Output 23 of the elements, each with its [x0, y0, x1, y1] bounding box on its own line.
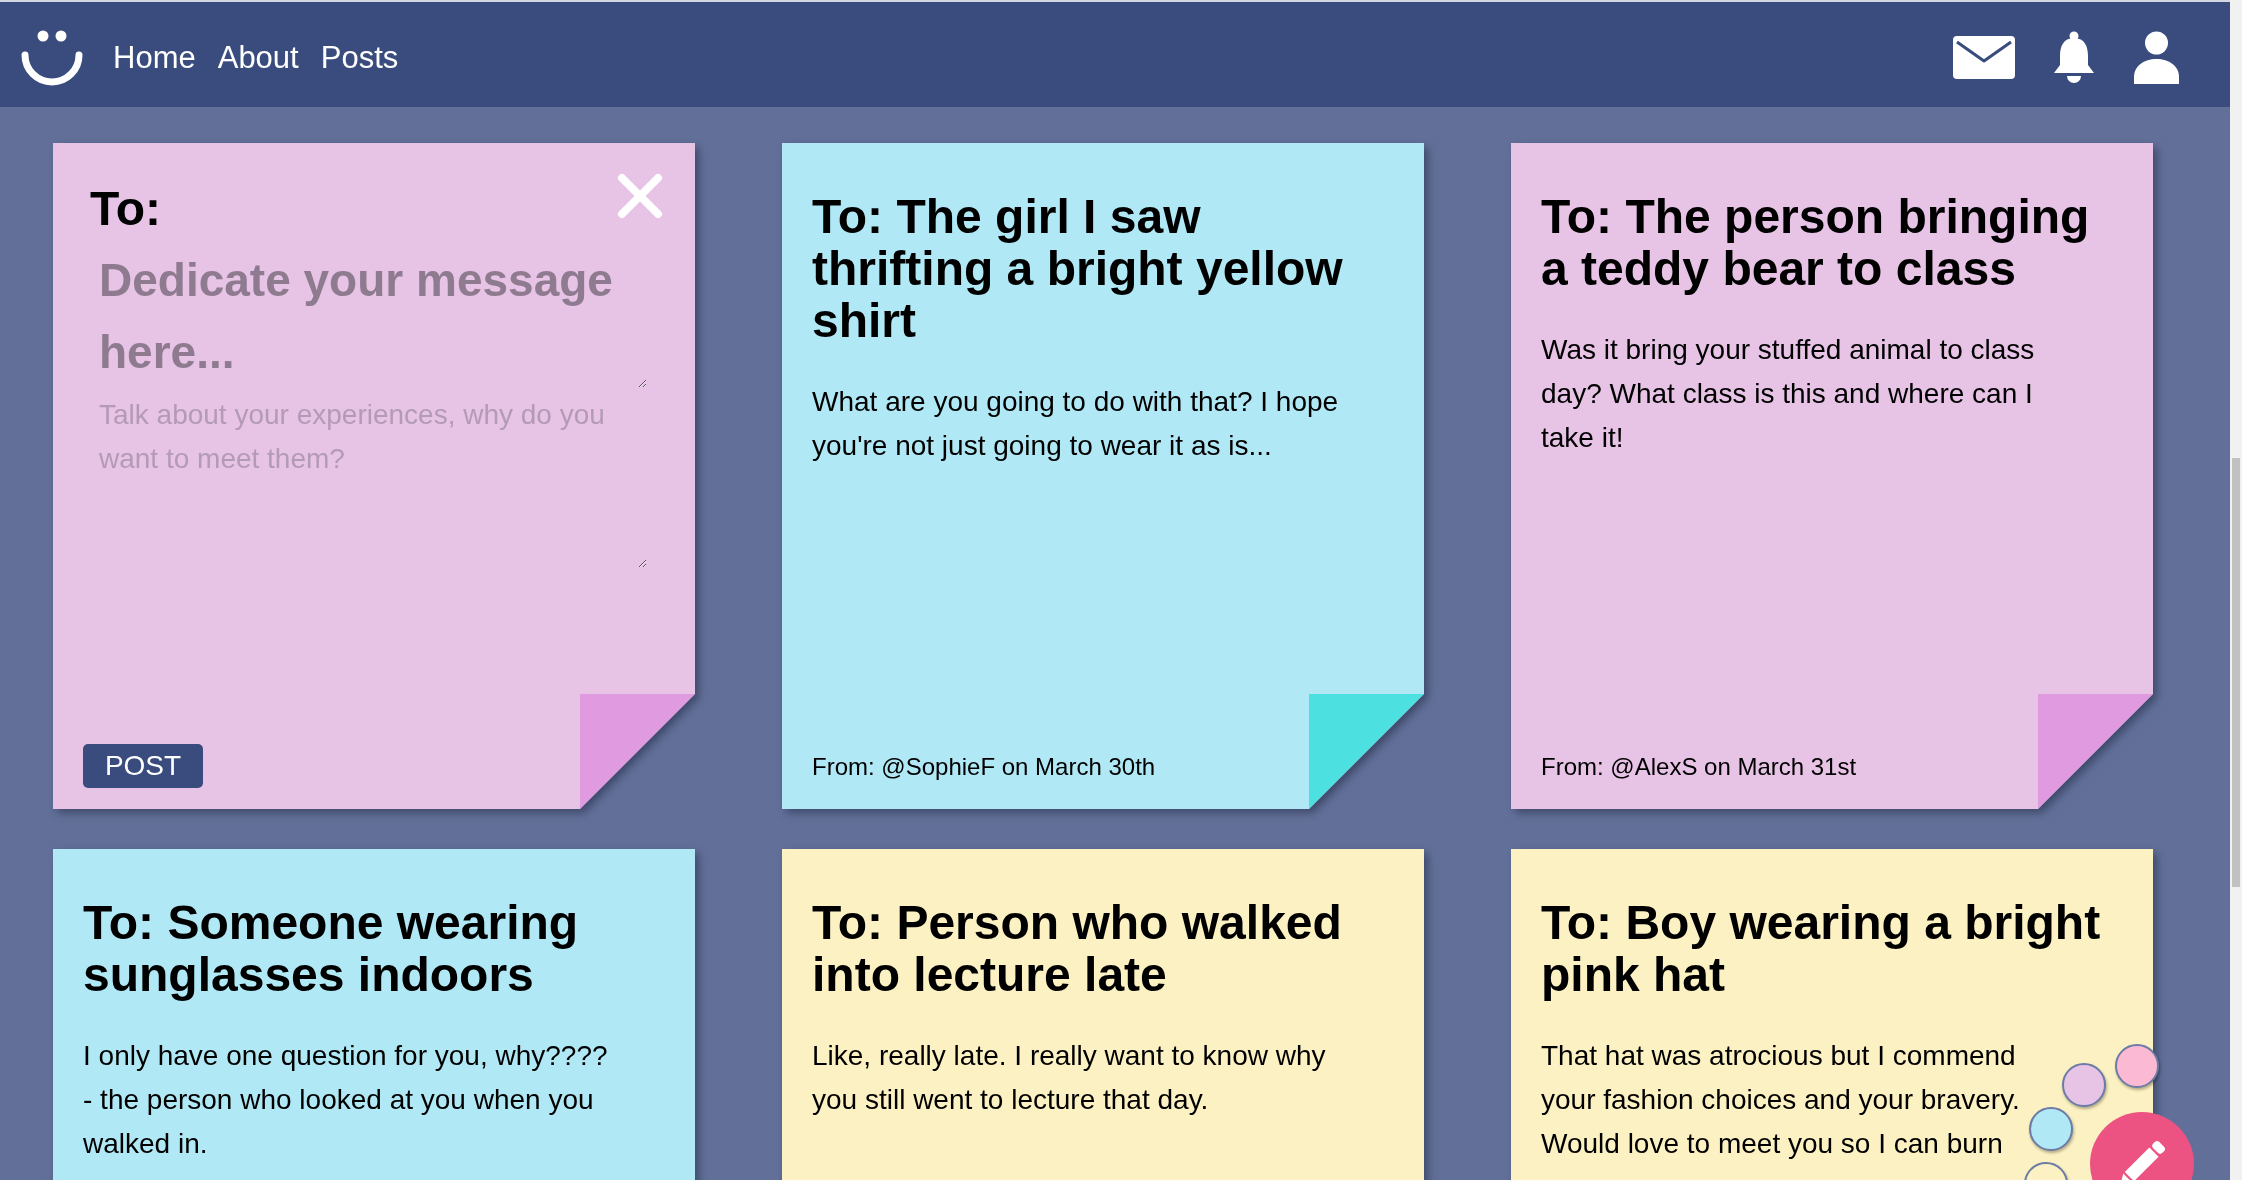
person-icon[interactable] — [2133, 31, 2180, 84]
note-title: To: The person bringing a teddy bear to class — [1541, 191, 2091, 295]
smiley-logo-icon[interactable] — [21, 28, 83, 87]
bell-icon[interactable] — [2051, 31, 2097, 84]
nav-link[interactable]: About — [217, 39, 299, 76]
note-title: To: The girl I saw thrifting a bright yellow shirt — [812, 191, 1344, 347]
note-title: To: Someone wearing sunglasses indoors — [83, 897, 580, 1001]
note-author: From: @AlexS on March 31st — [1541, 752, 1857, 782]
note-text: What are you going to do with that? I hope you're not just going to wear it as is... — [812, 386, 1339, 461]
note-author: From: @SophieF on March 30th — [812, 752, 1156, 782]
note-text: Was it bring your stuffed animal to class day? What class is this and where can I take it! — [1541, 334, 2035, 453]
note-text: That hat was atrocious but I commend your fashion choices and your bravery. Would love to meet you so I can burn — [1541, 1040, 2020, 1159]
note-title: To: Boy wearing a bright pink hat — [1541, 897, 2102, 1001]
note-text: I only have one question for you, why???? - the person who looked at you when you walked in. — [83, 1040, 608, 1159]
to-label: To: — [90, 183, 162, 235]
note-title: To: Person who walked into lecture late — [812, 897, 1343, 1001]
post-button[interactable]: POST — [83, 744, 203, 788]
note-text: Like, really late. I really want to know why you still went to lecture that day. — [812, 1040, 1326, 1115]
nav-link[interactable]: Posts — [320, 39, 399, 76]
nav-link[interactable]: Home — [113, 39, 196, 76]
recipient-field[interactable]: Dedicate your message here... — [99, 244, 647, 388]
scrollbar-thumb[interactable] — [2232, 458, 2240, 887]
envelope-icon[interactable] — [1953, 36, 2015, 79]
